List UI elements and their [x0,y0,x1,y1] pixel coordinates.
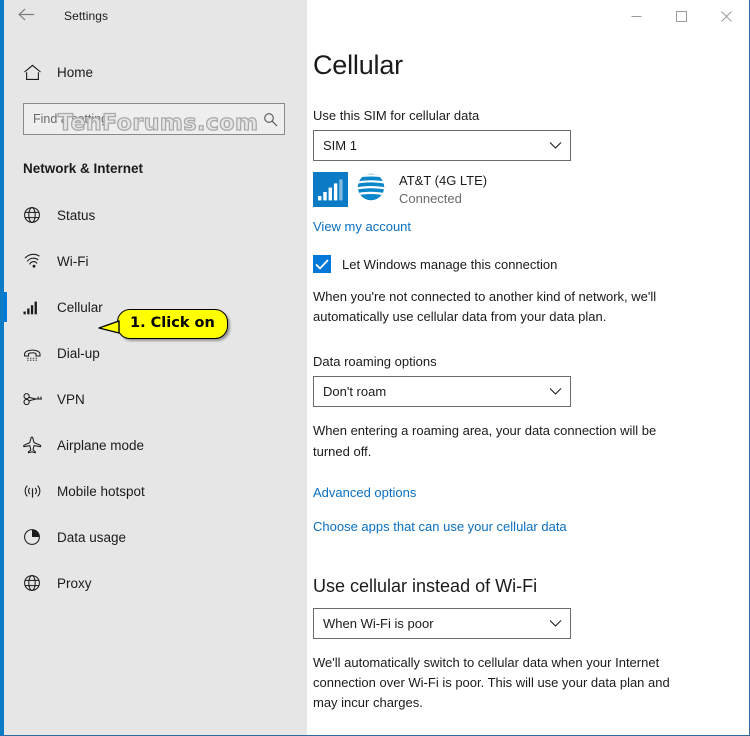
title-bar: Settings [4,0,749,32]
selection-accent [4,338,7,368]
sidebar-item-data-usage[interactable]: Data usage [4,514,307,560]
cellular-instead-select[interactable]: When Wi-Fi is poor [313,607,571,639]
page-title: Cellular [313,50,403,80]
sidebar-nav-list: Status Wi-Fi Cellular Dial-up VPN Airpla… [4,192,307,606]
carrier-row: AT&T (4G LTE) Connected [313,172,725,208]
vpn-key-icon [23,392,51,406]
sidebar-item-label: Data usage [57,529,127,545]
signal-bars-icon [23,299,51,315]
manage-description: When you're not connected to another kin… [313,289,657,325]
selection-accent [4,522,7,552]
sim-select-value: SIM 1 [323,138,357,153]
choose-apps-link[interactable]: Choose apps that can use your cellular d… [313,519,567,534]
selection-accent [4,568,7,598]
sidebar-item-label: Wi-Fi [57,253,89,269]
sim-select[interactable]: SIM 1 [313,130,571,161]
callout-click-on: 1. Click on [98,309,228,340]
airplane-icon [23,436,51,454]
carrier-text: AT&T (4G LTE) Connected [399,172,487,207]
pie-chart-icon [23,528,51,546]
settings-window: Settings Home Find a setting TenForums.c… [0,0,750,736]
att-globe-logo-icon [356,172,386,207]
chevron-down-icon [540,387,570,396]
cellular-instead-description: We'll automatically switch to cellular d… [313,654,670,710]
roaming-description: When entering a roaming area, your data … [313,423,657,459]
back-button[interactable] [4,0,48,32]
sidebar-item-proxy[interactable]: Proxy [4,560,307,606]
roaming-select[interactable]: Don't roam [313,376,571,408]
title-bar-left: Settings [4,0,307,32]
manage-connection-label: Let Windows manage this connection [342,256,558,272]
globe-status-icon [23,206,51,224]
cellular-instead-heading: Use cellular instead of Wi-Fi [313,575,538,596]
sidebar-section-title: Network & Internet [23,161,144,176]
selection-accent [4,292,7,322]
globe-icon [23,574,51,592]
roaming-select-value: Don't roam [323,384,387,400]
window-content: Home TenForums.com Network & Internet [4,32,749,735]
sidebar-item-label: Dial-up [57,345,100,361]
main-panel: Cellular Use this SIM for cellular data … [307,32,749,735]
sidebar-item-label: Mobile hotspot [57,483,145,499]
manage-connection-checkbox[interactable] [313,255,331,274]
selection-accent [4,384,7,414]
close-button[interactable] [704,0,749,32]
maximize-button[interactable] [659,0,704,32]
advanced-options-link[interactable]: Advanced options [313,485,416,500]
sidebar-item-wifi[interactable]: Wi-Fi [4,238,307,284]
cellular-instead-value: When Wi-Fi is poor [323,615,434,631]
sim-label: Use this SIM for cellular data [313,108,480,123]
chevron-down-icon [540,619,570,628]
view-my-account-link[interactable]: View my account [313,219,411,234]
sidebar-item-mobile-hotspot[interactable]: Mobile hotspot [4,468,307,514]
sidebar-item-label: Status [57,207,96,223]
sidebar-item-label: Airplane mode [57,437,145,453]
selection-accent [4,246,7,276]
sidebar-home-label: Home [57,64,94,80]
caption-buttons [307,0,749,32]
sidebar: Home TenForums.com Network & Internet [4,32,307,735]
telephone-icon [23,345,51,362]
manage-connection-row[interactable]: Let Windows manage this connection [313,255,725,274]
search-icon [256,112,284,127]
callout-text: 1. Click on [117,309,228,340]
sidebar-item-label: VPN [57,391,85,407]
minimize-button[interactable] [614,0,659,32]
selection-accent [4,200,7,230]
search-input[interactable] [24,111,256,127]
hotspot-antenna-icon [23,483,51,500]
roaming-label: Data roaming options [313,354,437,370]
sidebar-item-label: Cellular [57,299,103,315]
back-arrow-icon [17,8,35,24]
sidebar-item-label: Proxy [57,575,92,591]
carrier-name: AT&T (4G LTE) [399,173,488,188]
carrier-status: Connected [399,190,462,206]
selection-accent [4,430,7,460]
sidebar-item-status[interactable]: Status [4,192,307,238]
selection-accent [4,476,7,506]
sidebar-item-vpn[interactable]: VPN [4,376,307,422]
cellular-signal-icon [313,172,348,208]
search-box[interactable] [23,103,285,135]
wifi-icon [23,253,51,269]
home-icon [23,64,51,81]
chevron-down-icon [540,141,570,150]
sidebar-item-airplane-mode[interactable]: Airplane mode [4,422,307,468]
sidebar-item-home[interactable]: Home [4,55,307,89]
window-title: Settings [64,9,109,23]
